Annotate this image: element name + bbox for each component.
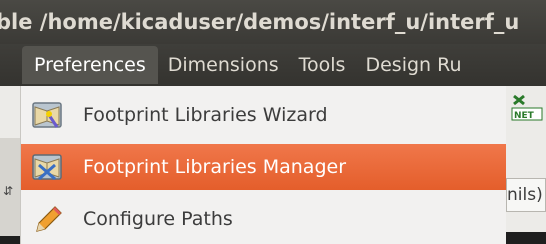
netlist-icon[interactable]: NET — [510, 92, 544, 126]
library-wizard-icon — [32, 102, 62, 128]
background-toolbar — [0, 86, 20, 138]
library-manager-icon — [32, 154, 62, 181]
background-window-right: NET nils) — [506, 86, 546, 244]
background-canvas — [0, 236, 20, 244]
menu-preferences[interactable]: Preferences — [22, 46, 158, 84]
menu-bar: Preferences Dimensions Tools Design Ru — [0, 44, 546, 86]
menu-item-configure-paths[interactable]: Configure Paths — [21, 196, 506, 242]
units-selector-value: nils) — [507, 185, 543, 205]
units-selector[interactable]: nils) — [506, 178, 546, 212]
menu-design-rules[interactable]: Design Ru — [355, 46, 471, 84]
menu-item-label: Footprint Libraries Wizard — [83, 104, 328, 126]
preferences-dropdown-menu: Footprint Libraries Wizard Footprint Lib… — [20, 86, 506, 244]
svg-text:NET: NET — [514, 111, 535, 121]
spin-arrow-icon: ⇵ — [3, 184, 14, 198]
menu-dimensions[interactable]: Dimensions — [158, 46, 289, 84]
background-canvas-right — [506, 232, 546, 244]
window-titlebar: ble /home/kicaduser/demos/interf_u/inter… — [0, 0, 546, 44]
menu-item-label: Footprint Libraries Manager — [83, 156, 347, 178]
menu-tools[interactable]: Tools — [289, 46, 356, 84]
menu-item-footprint-libraries-manager[interactable]: Footprint Libraries Manager — [21, 144, 506, 190]
pencil-icon — [36, 206, 62, 232]
background-window-left: ⇵ — [0, 86, 20, 244]
window-title: ble /home/kicaduser/demos/interf_u/inter… — [0, 10, 520, 34]
menu-item-footprint-libraries-wizard[interactable]: Footprint Libraries Wizard — [21, 92, 506, 138]
menu-item-label: Configure Paths — [83, 208, 233, 230]
